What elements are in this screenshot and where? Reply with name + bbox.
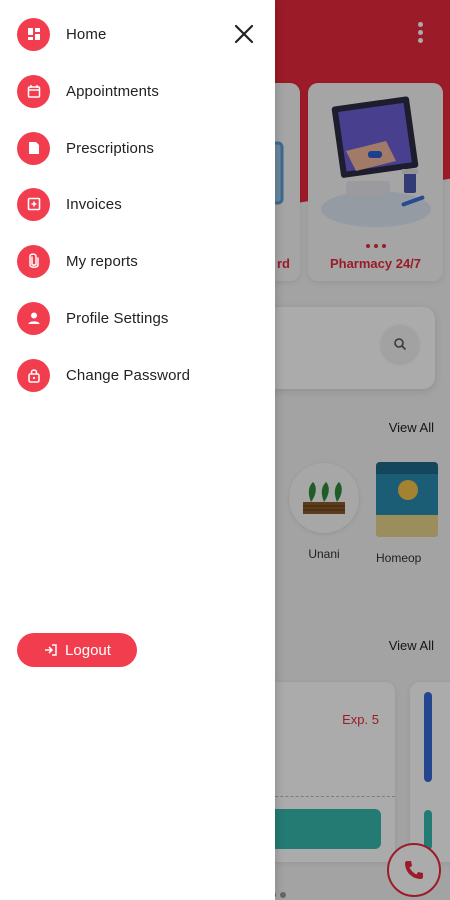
document-icon [17,131,50,165]
calendar-icon [17,74,50,108]
menu-label: Home [66,25,107,43]
menu-label: Change Password [66,366,191,384]
invoice-icon [17,187,50,221]
navigation-drawer: Home Appointments Prescriptions Invoices… [0,0,275,900]
menu-item-my-reports[interactable]: My reports [17,244,138,278]
menu-item-invoices[interactable]: Invoices [17,187,122,221]
menu-label: Invoices [66,195,122,213]
menu-label: My reports [66,252,138,270]
logout-button[interactable]: Logout [17,633,137,667]
logout-label: Logout [65,641,111,659]
menu-item-prescriptions[interactable]: Prescriptions [17,131,154,165]
close-icon[interactable] [232,22,256,46]
menu-item-appointments[interactable]: Appointments [17,74,159,108]
menu-item-change-password[interactable]: Change Password [17,358,190,392]
menu-label: Appointments [66,82,159,100]
menu-label: Profile Settings [66,309,169,327]
person-icon [17,301,50,335]
menu-item-home[interactable]: Home [17,17,106,51]
paperclip-icon [17,244,50,278]
menu-label: Prescriptions [66,139,154,157]
lock-icon [17,358,50,392]
logout-icon [45,644,57,656]
menu-item-profile-settings[interactable]: Profile Settings [17,301,168,335]
dashboard-icon [17,17,50,51]
